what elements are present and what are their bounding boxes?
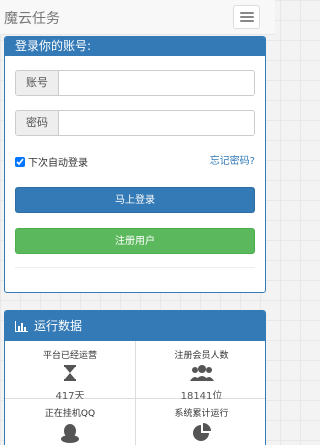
account-label: 账号 [16, 71, 59, 95]
remember-checkbox[interactable] [15, 157, 25, 167]
hamburger-icon [240, 12, 254, 14]
login-button[interactable]: 马上登录 [15, 187, 255, 213]
top-navbar: 魔云任务 [0, 0, 275, 35]
password-input-group: 密码 [15, 110, 255, 136]
stat-cell-members: 注册会员人数 18141位 [136, 341, 265, 402]
hourglass-icon [5, 365, 135, 385]
qq-penguin-icon [5, 423, 135, 445]
stat-title: 正在挂机QQ [44, 409, 96, 419]
stats-heading-label: 运行数据 [34, 319, 83, 333]
stat-cell-runtime: 系统累计运行 [136, 399, 265, 445]
login-panel: 登录你的账号: 账号 密码 下次自动登录 忘记密码? 马上登录 注册用户 [4, 36, 266, 293]
remember-me[interactable]: 下次自动登录 [15, 154, 88, 169]
password-label: 密码 [16, 111, 59, 135]
stats-panel: 运行数据 平台已经运营 417天 注册会员人数 18141位 正在挂机QQ 系统… [4, 310, 266, 445]
account-input[interactable] [60, 71, 254, 95]
account-input-group: 账号 [15, 70, 255, 96]
register-button[interactable]: 注册用户 [15, 228, 255, 254]
password-input[interactable] [60, 111, 254, 135]
login-heading: 登录你的账号: [5, 37, 265, 56]
stat-cell-qq: 正在挂机QQ [5, 399, 136, 445]
bar-chart-icon [15, 313, 28, 343]
remember-label: 下次自动登录 [28, 158, 88, 169]
stat-title: 注册会员人数 [174, 351, 229, 361]
stat-title: 系统累计运行 [174, 409, 229, 419]
forgot-password-link[interactable]: 忘记密码? [210, 152, 255, 167]
divider [15, 267, 255, 268]
stat-title: 平台已经运营 [42, 351, 97, 361]
users-icon [136, 365, 265, 385]
menu-toggle-button[interactable] [233, 5, 260, 29]
brand-title[interactable]: 魔云任务 [4, 8, 60, 28]
stats-heading: 运行数据 [5, 311, 265, 341]
pie-chart-icon [136, 423, 265, 445]
stat-cell-days: 平台已经运营 417天 [5, 341, 136, 402]
